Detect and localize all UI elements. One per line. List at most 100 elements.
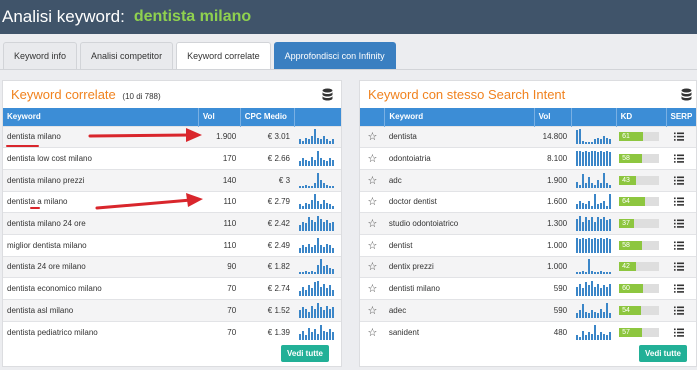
keyword-cell[interactable]: sanident — [384, 320, 535, 343]
trend-sparkline — [571, 302, 616, 318]
trend-bar — [311, 331, 314, 340]
top-header: Analisi keyword: dentista milano — [0, 0, 697, 34]
serp-list-icon[interactable] — [674, 262, 684, 272]
keyword-cell[interactable]: dentista milano 24 ore — [3, 212, 199, 235]
trend-bar — [591, 281, 594, 297]
kd-value: 37 — [619, 219, 634, 229]
keyword-cell[interactable]: dentista a milano — [3, 190, 199, 213]
col-trend — [294, 108, 341, 126]
trend-bar — [320, 306, 323, 318]
col-kd[interactable]: KD — [616, 108, 667, 126]
serp-cell[interactable] — [666, 233, 696, 257]
col-vol[interactable]: Vol — [534, 108, 572, 126]
trend-bar — [320, 259, 323, 275]
keyword-cell[interactable]: dentix prezzi — [384, 255, 535, 278]
table-row: dentista milano 1.900 € 3.01 — [3, 125, 341, 148]
trend-bar — [597, 312, 600, 318]
favorite-star-icon[interactable]: ☆ — [360, 125, 385, 148]
keyword-cell[interactable]: dentist — [384, 233, 535, 257]
col-vol[interactable]: Vol — [198, 108, 241, 126]
trend-bar — [609, 194, 612, 210]
vedi-tutte-button[interactable]: Vedi tutte — [280, 345, 329, 362]
col-keyword[interactable]: Keyword — [3, 108, 199, 126]
serp-cell[interactable] — [666, 190, 696, 213]
favorite-star-icon[interactable]: ☆ — [360, 320, 385, 343]
serp-cell[interactable] — [666, 212, 696, 235]
keyword-cell[interactable]: dentista asl milano — [3, 299, 199, 322]
trend-bar — [591, 238, 594, 253]
trend-bar — [299, 309, 302, 318]
keyword-cell[interactable]: doctor dentist — [384, 190, 535, 213]
trend-sparkline — [294, 216, 341, 232]
col-cpc[interactable]: CPC Medio — [240, 108, 295, 126]
favorite-star-icon[interactable]: ☆ — [360, 277, 385, 300]
serp-cell[interactable] — [666, 147, 696, 170]
keyword-cell[interactable]: dentista pediatrico milano — [3, 320, 199, 343]
serp-list-icon[interactable] — [674, 328, 684, 337]
tab-keyword-info[interactable]: Keyword info — [3, 42, 78, 69]
keyword-cell[interactable]: dentista 24 ore milano — [3, 255, 199, 278]
serp-list-icon[interactable] — [674, 241, 684, 250]
keyword-cell[interactable]: dentista economico milano — [3, 277, 199, 300]
favorite-star-icon[interactable]: ☆ — [360, 299, 385, 322]
trend-bar — [305, 290, 308, 297]
favorite-star-icon[interactable]: ☆ — [360, 168, 385, 192]
keyword-cell[interactable]: miglior dentista milano — [3, 233, 199, 257]
serp-cell[interactable] — [666, 299, 696, 322]
favorite-star-icon[interactable]: ☆ — [360, 255, 385, 278]
keyword-cell[interactable]: studio odontoiatrico — [384, 212, 535, 235]
tab-approfondisci-infinity[interactable]: Approfondisci con Infinity — [273, 42, 396, 69]
serp-list-icon[interactable] — [674, 132, 684, 142]
trend-bar — [329, 223, 332, 232]
trend-bar — [606, 220, 609, 232]
trend-bar — [317, 138, 320, 145]
volume-cell: 1.300 — [534, 212, 572, 235]
keyword-cell[interactable]: dentista milano prezzi — [3, 168, 199, 192]
trend-bar — [588, 237, 591, 253]
trend-bar — [302, 287, 305, 297]
keyword-cell[interactable]: dentisti milano — [384, 277, 535, 300]
serp-list-icon[interactable] — [674, 219, 684, 228]
favorite-star-icon[interactable]: ☆ — [360, 190, 385, 213]
keyword-cell[interactable]: dentista low cost milano — [3, 147, 199, 170]
trend-bar — [600, 331, 603, 340]
kd-bar: 58 — [619, 240, 660, 250]
database-export-icon[interactable] — [322, 88, 333, 102]
trend-bar — [579, 272, 582, 275]
trend-bar — [305, 308, 308, 318]
keyword-cell[interactable]: dentista — [384, 125, 535, 148]
serp-cell[interactable] — [666, 255, 696, 278]
serp-cell[interactable] — [666, 168, 696, 192]
keyword-cell[interactable]: odontoiatria — [384, 147, 535, 170]
serp-cell[interactable] — [666, 320, 696, 343]
serp-list-icon[interactable] — [674, 176, 684, 185]
trend-bar — [603, 311, 606, 318]
serp-cell[interactable] — [666, 277, 696, 300]
keyword-cell[interactable]: adc — [384, 168, 535, 192]
trend-bar — [597, 334, 600, 340]
favorite-star-icon[interactable]: ☆ — [360, 212, 385, 235]
vedi-tutte-button[interactable]: Vedi tutte — [638, 345, 687, 362]
favorite-star-icon[interactable]: ☆ — [360, 233, 385, 257]
trend-bar — [591, 151, 594, 167]
table-row: miglior dentista milano 110 € 2.49 — [3, 233, 341, 257]
col-keyword[interactable]: Keyword — [384, 108, 535, 126]
trend-bar — [308, 204, 311, 210]
serp-list-icon[interactable] — [674, 154, 684, 163]
serp-list-icon[interactable] — [674, 306, 684, 315]
tab-analisi-competitor[interactable]: Analisi competitor — [80, 42, 174, 69]
serp-list-icon[interactable] — [674, 197, 684, 207]
keyword-cell[interactable]: adec — [384, 299, 535, 322]
serp-list-icon[interactable] — [674, 284, 684, 293]
volume-cell: 1.000 — [534, 233, 572, 257]
kd-bar: 64 — [619, 197, 660, 207]
col-serp[interactable]: SERP — [666, 108, 696, 126]
trend-bar — [585, 282, 588, 297]
cpc-cell: € 2.66 — [240, 147, 295, 170]
serp-cell[interactable] — [666, 125, 696, 148]
tab-keyword-correlate[interactable]: Keyword correlate — [176, 42, 271, 69]
database-export-icon[interactable] — [681, 88, 692, 102]
kd-bar: 57 — [619, 327, 660, 337]
favorite-star-icon[interactable]: ☆ — [360, 147, 385, 170]
trend-bar — [588, 259, 591, 275]
